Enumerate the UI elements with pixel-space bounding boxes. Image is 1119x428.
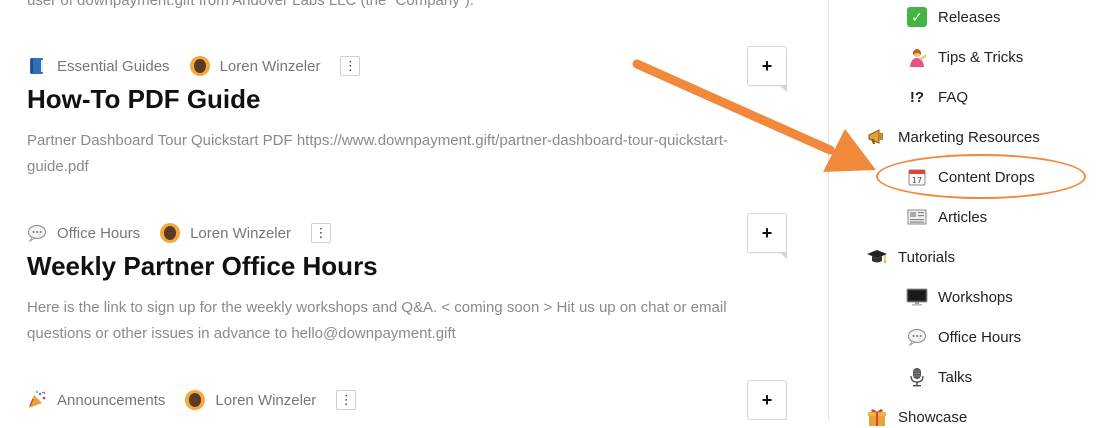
feed: user of downpayment.gift from Andover La… [0,0,828,420]
sidebar-item-tutorials[interactable]: Tutorials [866,246,955,268]
sidebar-item-label: Tips & Tricks [938,48,1024,66]
post-category[interactable]: Announcements [57,392,165,409]
avatar[interactable] [160,223,181,243]
sidebar-item-showcase[interactable]: Showcase [866,406,967,428]
sidebar-item-label: Showcase [898,408,968,426]
speech-bubble-icon [906,326,928,348]
post-author[interactable]: Loren Winzeler [220,58,321,75]
post-menu-button[interactable]: ⋮ [336,390,357,410]
sidebar-item-label: FAQ [938,88,969,106]
add-button[interactable]: + [747,380,787,420]
check-mark-icon: ✓ [906,6,928,28]
sidebar-item-label: Talks [938,368,973,386]
post-meta: Office Hours Loren Winzeler ⋮ [27,221,817,245]
sidebar-item-office-hours[interactable]: Office Hours [906,326,1021,348]
sidebar-item-label: Workshops [938,288,1013,306]
gift-icon [866,406,888,428]
post-description: Here is the link to sign up for the week… [27,299,727,342]
post-author[interactable]: Loren Winzeler [215,392,316,409]
person-tipping-hand-icon [906,46,928,68]
post-menu-button[interactable]: ⋮ [310,223,331,243]
post-meta: Announcements Loren Winzeler ⋮ [27,388,817,412]
feed-post: Announcements Loren Winzeler ⋮ [27,388,817,412]
post-title[interactable]: Weekly Partner Office Hours [27,249,817,283]
sidebar-item-label: Tutorials [898,248,955,266]
post-author[interactable]: Loren Winzeler [190,225,291,242]
intro-text: user of downpayment.gift from Andover La… [27,0,474,9]
newspaper-icon [906,206,928,228]
post-category[interactable]: Essential Guides [57,58,170,75]
interrobang-icon: !? [909,88,925,106]
add-button[interactable]: + [747,46,787,92]
sidebar-item-articles[interactable]: Articles [906,206,987,228]
avatar[interactable] [185,390,206,410]
post-meta: Essential Guides Loren Winzeler ⋮ [27,54,817,78]
sidebar-item-label: Releases [938,8,1001,26]
sidebar-item-workshops[interactable]: Workshops [906,286,1013,308]
post-title[interactable]: How-To PDF Guide [27,82,817,116]
blue-book-icon [27,56,47,76]
sidebar-item-releases[interactable]: ✓ Releases [906,6,1001,28]
sidebar-item-label: Office Hours [938,328,1022,346]
feed-post: Office Hours Loren Winzeler ⋮ Weekly Par… [27,221,817,347]
feed-post: Essential Guides Loren Winzeler ⋮ How-To… [27,54,817,180]
sidebar-item-faq[interactable]: !? FAQ [906,86,968,108]
megaphone-icon [866,126,888,148]
add-button[interactable]: + [747,213,787,259]
sidebar-item-marketing-resources[interactable]: Marketing Resources [866,126,1040,148]
post-description: Partner Dashboard Tour Quickstart PDF ht… [27,132,728,175]
sidebar-item-label: Articles [938,208,988,226]
sidebar-item-talks[interactable]: Talks [906,366,972,388]
post-category[interactable]: Office Hours [57,225,140,242]
desktop-computer-icon [906,286,928,308]
avatar[interactable] [189,56,210,76]
sidebar-item-label: Marketing Resources [898,128,1040,146]
microphone-icon [906,366,928,388]
graduation-cap-icon [866,246,888,268]
party-popper-icon [27,390,47,410]
sidebar-item-tips-and-tricks[interactable]: Tips & Tricks [906,46,1023,68]
highlight-circle [876,154,1086,199]
post-menu-button[interactable]: ⋮ [340,56,361,76]
speech-bubble-icon [27,223,47,243]
